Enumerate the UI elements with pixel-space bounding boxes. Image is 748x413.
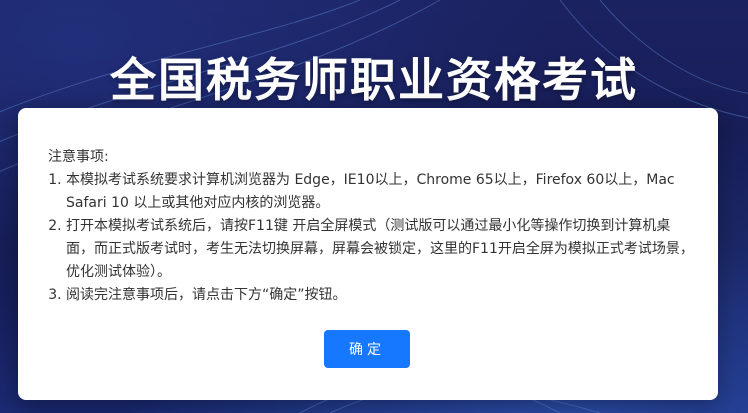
notice-dialog: 注意事项: 本模拟考试系统要求计算机浏览器为 Edge，IE10以上，Chrom…: [18, 108, 718, 400]
notice-content: 注意事项: 本模拟考试系统要求计算机浏览器为 Edge，IE10以上，Chrom…: [48, 146, 698, 307]
notice-item-1: 本模拟考试系统要求计算机浏览器为 Edge，IE10以上，Chrome 65以上…: [66, 169, 698, 215]
notice-heading: 注意事项:: [48, 149, 109, 165]
notice-item-3: 阅读完注意事项后，请点击下方“确定”按钮。: [66, 284, 698, 307]
page-title: 全国税务师职业资格考试: [110, 53, 638, 107]
confirm-button[interactable]: 确定: [324, 330, 410, 368]
notice-item-2: 打开本模拟考试系统后，请按F11键 开启全屏模式（测试版可以通过最小化等操作切换…: [66, 215, 698, 284]
notice-list: 本模拟考试系统要求计算机浏览器为 Edge，IE10以上，Chrome 65以上…: [48, 169, 698, 307]
